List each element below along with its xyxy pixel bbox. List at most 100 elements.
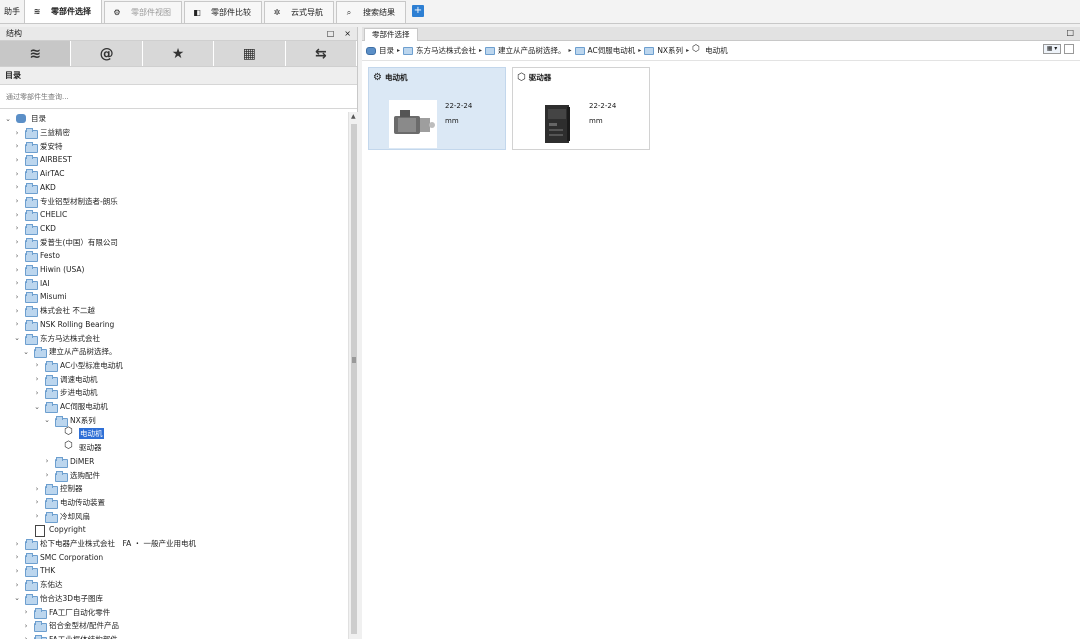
breadcrumb-item[interactable]: AC伺服电动机 ▸	[574, 45, 641, 56]
breadcrumb-separator-icon[interactable]: ▸	[569, 47, 572, 54]
chevron-right-icon[interactable]: ›	[22, 608, 30, 616]
tree-item[interactable]: › FA工业框体结构部件	[22, 633, 118, 639]
tree-item[interactable]: ⌄ 建立从产品树选择。	[22, 345, 117, 359]
details-view-icon[interactable]	[1064, 44, 1074, 54]
part-card[interactable]: ⬡ 驱动器 22-2-24 mm	[512, 67, 650, 150]
add-tab-button[interactable]: +	[412, 5, 424, 17]
tree-item[interactable]: › FA工厂自动化零件	[22, 605, 110, 619]
chevron-right-icon[interactable]: ›	[33, 361, 41, 369]
tree-item[interactable]: ⌄ NX系列	[43, 413, 96, 427]
calendar-tab-icon[interactable]: ▦	[214, 41, 286, 66]
chevron-right-icon[interactable]: ›	[13, 142, 21, 150]
tree-item[interactable]: Copyright	[22, 523, 86, 538]
chevron-right-icon[interactable]: ›	[13, 129, 21, 137]
tree-item[interactable]: › 步进电动机	[33, 386, 98, 400]
chevron-right-icon[interactable]: ›	[33, 389, 41, 397]
tree-item[interactable]: › 冷却风扇	[33, 509, 90, 523]
tree-item[interactable]: › 爱普生(中国）有限公司	[13, 235, 118, 249]
breadcrumb-separator-icon[interactable]: ▸	[686, 47, 689, 54]
chevron-right-icon[interactable]: ›	[13, 252, 21, 260]
tree-item[interactable]: › 控制器	[33, 482, 83, 496]
chevron-right-icon[interactable]: ›	[33, 512, 41, 520]
close-icon[interactable]: ×	[344, 29, 351, 38]
maximize-icon[interactable]: □	[1066, 28, 1074, 37]
tree-item[interactable]: ⌄ 怡合达3D电子图库	[13, 592, 103, 606]
chevron-down-icon[interactable]: ⌄	[33, 403, 41, 411]
top-tab-3[interactable]: ◧ 零部件比较	[184, 1, 262, 23]
search-input[interactable]	[6, 92, 351, 101]
favorites-tab-icon[interactable]: ★	[142, 41, 215, 66]
tree-item[interactable]: › Festo	[13, 249, 60, 263]
catalog-tab-icon[interactable]: ≋	[0, 41, 72, 66]
tree-item[interactable]: › AIRBEST	[13, 153, 72, 167]
tree-item[interactable]: › 三益精密	[13, 126, 70, 140]
top-tab-2[interactable]: ⚙ 零部件视图	[104, 1, 182, 23]
top-tab-1[interactable]: ≋ 零部件选择	[24, 0, 102, 23]
tree-item[interactable]: › 东佑达	[13, 578, 63, 592]
tree-item[interactable]: › 选购配件	[43, 468, 100, 482]
tree-item[interactable]: › 专业铝型材制造者-朗乐	[13, 194, 118, 208]
chevron-right-icon[interactable]: ›	[13, 540, 21, 548]
chevron-down-icon[interactable]: ⌄	[43, 416, 51, 424]
chevron-right-icon[interactable]: ›	[13, 183, 21, 191]
chevron-down-icon[interactable]: ⌄	[13, 334, 21, 342]
breadcrumb-separator-icon[interactable]: ▸	[479, 47, 482, 54]
chevron-down-icon[interactable]: ⌄	[22, 348, 30, 356]
helper-label[interactable]: 助手	[0, 1, 24, 23]
breadcrumb-item[interactable]: 建立从产品树选择。 ▸	[485, 45, 572, 56]
tree-item[interactable]: › THK	[13, 564, 55, 578]
breadcrumb-item[interactable]: 电动机	[692, 44, 728, 56]
tree-scrollbar[interactable]: ▲	[348, 112, 358, 639]
scrollbar-thumb[interactable]	[351, 124, 357, 634]
tree-item[interactable]: › 松下电器产业株式会社 FA ・ 一般产业用电机	[13, 537, 196, 551]
chevron-right-icon[interactable]: ›	[22, 635, 30, 639]
chevron-right-icon[interactable]: ›	[13, 266, 21, 274]
tree-item[interactable]: › DiMER	[43, 455, 94, 469]
chevron-right-icon[interactable]: ›	[22, 622, 30, 630]
tree-item[interactable]: › AKD	[13, 181, 56, 195]
chevron-down-icon[interactable]: ⌄	[13, 594, 21, 602]
export-tab-icon[interactable]: ⇆	[285, 41, 358, 66]
tree-item[interactable]: › NSK Rolling Bearing	[13, 318, 114, 332]
chevron-right-icon[interactable]: ›	[13, 307, 21, 315]
chevron-right-icon[interactable]: ›	[43, 471, 51, 479]
tree-item[interactable]: › 株式会社 不二越	[13, 304, 95, 318]
tree-item[interactable]: › 铝合金型材/配件产品	[22, 619, 119, 633]
chevron-right-icon[interactable]: ›	[13, 170, 21, 178]
chevron-right-icon[interactable]: ›	[13, 567, 21, 575]
chevron-right-icon[interactable]: ›	[43, 457, 51, 465]
tree-item[interactable]: ⌄ 目录	[4, 112, 46, 126]
breadcrumb-item[interactable]: NX系列 ▸	[644, 45, 689, 56]
tab-parts-selection[interactable]: 零部件选择	[364, 28, 418, 41]
tree-item[interactable]: › 电动传动装置	[33, 496, 105, 510]
chevron-right-icon[interactable]: ›	[13, 197, 21, 205]
chevron-right-icon[interactable]: ›	[13, 211, 21, 219]
chevron-right-icon[interactable]: ›	[13, 320, 21, 328]
breadcrumb-item[interactable]: 目录 ▸	[366, 45, 400, 56]
part-card[interactable]: ⚙ 电动机 22-2-24 mm	[368, 67, 506, 150]
chevron-right-icon[interactable]: ›	[33, 375, 41, 383]
breadcrumb-separator-icon[interactable]: ▸	[638, 47, 641, 54]
tree-item[interactable]: › CKD	[13, 222, 56, 236]
tree-item[interactable]: › CHELIC	[13, 208, 67, 222]
tree-item[interactable]: 驱动器	[52, 440, 102, 455]
tree-item[interactable]: 电动机	[52, 426, 104, 441]
breadcrumb-item[interactable]: 东方马达株式会社 ▸	[403, 45, 482, 56]
tree-item[interactable]: › 调速电动机	[33, 372, 98, 386]
view-mode-dropdown[interactable]: ▦ ▾	[1043, 44, 1061, 54]
chevron-right-icon[interactable]: ›	[13, 581, 21, 589]
scroll-up-icon[interactable]: ▲	[351, 113, 356, 120]
chevron-right-icon[interactable]: ›	[13, 224, 21, 232]
chevron-right-icon[interactable]: ›	[13, 156, 21, 164]
pin-icon[interactable]: □	[327, 29, 335, 38]
chevron-right-icon[interactable]: ›	[13, 238, 21, 246]
top-tab-4[interactable]: ✲ 云式导航	[264, 1, 334, 23]
top-tab-5[interactable]: ⌕ 搜索结果	[336, 1, 406, 23]
tree-item[interactable]: › Misumi	[13, 290, 67, 304]
at-tab-icon[interactable]: @	[71, 41, 143, 66]
tree-item[interactable]: › AirTAC	[13, 167, 65, 181]
breadcrumb-separator-icon[interactable]: ▸	[397, 47, 400, 54]
tree-item[interactable]: › AC小型标准电动机	[33, 359, 123, 373]
chevron-down-icon[interactable]: ⌄	[4, 115, 12, 123]
chevron-right-icon[interactable]: ›	[13, 293, 21, 301]
